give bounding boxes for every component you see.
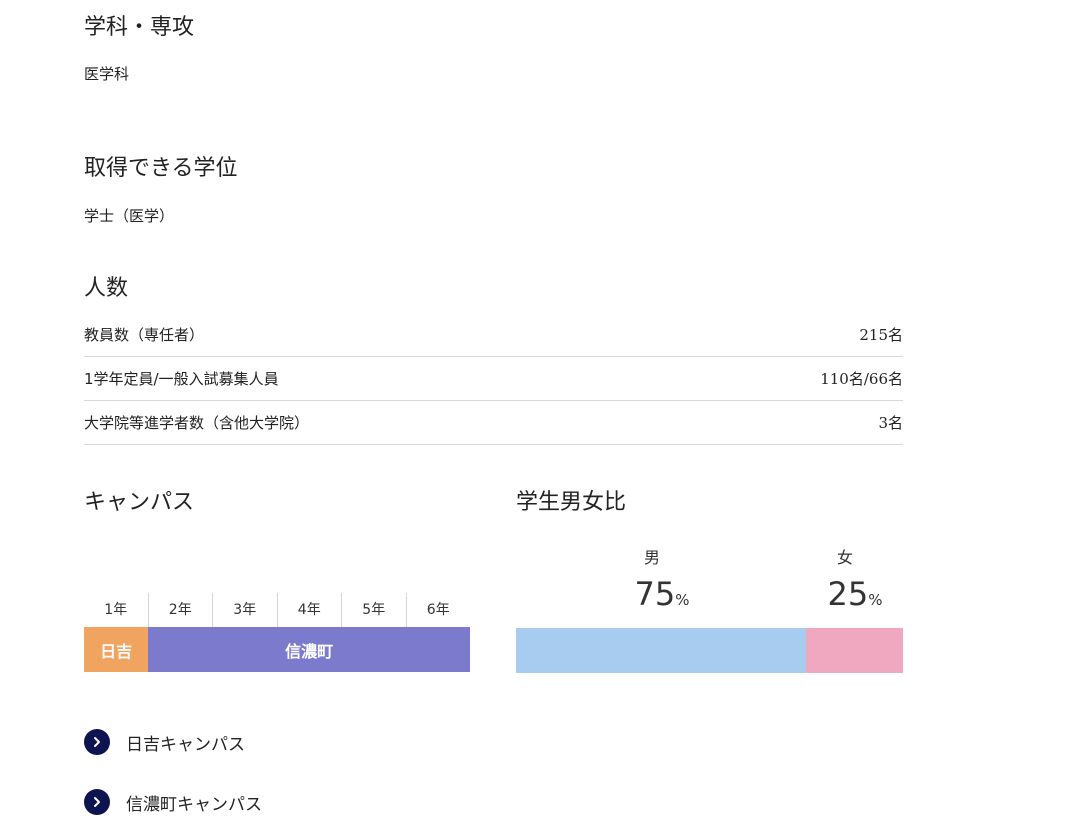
female-percent-unit: %: [868, 591, 883, 609]
male-percent: 75%: [602, 578, 722, 610]
headcount-row-value: 215名: [859, 326, 903, 344]
chevron-right-icon: [84, 729, 110, 755]
female-percent-value: 25: [827, 575, 869, 613]
male-label: 男: [643, 548, 660, 567]
gender-bar-female: [806, 628, 903, 673]
hiyoshi-campus-link-label: 日吉キャンパス: [126, 734, 245, 755]
female-label: 女: [836, 548, 853, 567]
headcount-row-value: 3名: [878, 414, 903, 432]
female-percent: 25%: [795, 578, 915, 610]
campus-segment-hiyoshi: 日吉: [84, 627, 149, 672]
year-label: 6年: [405, 593, 471, 627]
headcount-row-value: 110名/66名: [820, 370, 903, 388]
gender-bar-male: [516, 628, 807, 673]
campus-bar: 日吉 信濃町: [84, 627, 470, 672]
headcount-row-label: 教員数（専任者）: [84, 326, 205, 344]
campus-year-row: 1年 2年 3年 4年 5年 6年: [84, 593, 470, 627]
year-label: 5年: [341, 593, 406, 627]
campus-segment-shinanomachi: 信濃町: [148, 627, 470, 672]
shinanomachi-campus-link[interactable]: 信濃町キャンパス: [84, 789, 262, 815]
headcount-row-faculty: 教員数（専任者） 215名: [84, 313, 903, 357]
degree-heading: 取得できる学位: [84, 156, 238, 181]
gender-ratio-bar: [516, 628, 903, 673]
headcount-row-label: 大学院等進学者数（含他大学院）: [84, 414, 310, 432]
headcount-heading: 人数: [84, 276, 129, 301]
male-percent-value: 75: [634, 575, 676, 613]
headcount-row-label: 1学年定員/一般入試募集人員: [84, 370, 279, 388]
hiyoshi-campus-link[interactable]: 日吉キャンパス: [84, 729, 245, 755]
shinanomachi-campus-link-label: 信濃町キャンパス: [126, 794, 262, 815]
year-label: 2年: [147, 593, 213, 627]
headcount-row-capacity: 1学年定員/一般入試募集人員 110名/66名: [84, 357, 903, 401]
year-label: 1年: [104, 602, 128, 618]
year-label: 3年: [212, 593, 277, 627]
department-heading: 学科・専攻: [84, 15, 195, 40]
male-percent-unit: %: [675, 591, 690, 609]
headcount-table: 教員数（専任者） 215名 1学年定員/一般入試募集人員 110名/66名 大学…: [84, 313, 903, 445]
department-value: 医学科: [84, 65, 130, 83]
headcount-row-graduate: 大学院等進学者数（含他大学院） 3名: [84, 401, 903, 445]
degree-value: 学士（医学）: [84, 207, 175, 225]
campus-heading: キャンパス: [84, 490, 195, 515]
chevron-right-icon: [84, 789, 110, 815]
gender-ratio-heading: 学生男女比: [516, 490, 627, 515]
year-label: 4年: [276, 593, 342, 627]
